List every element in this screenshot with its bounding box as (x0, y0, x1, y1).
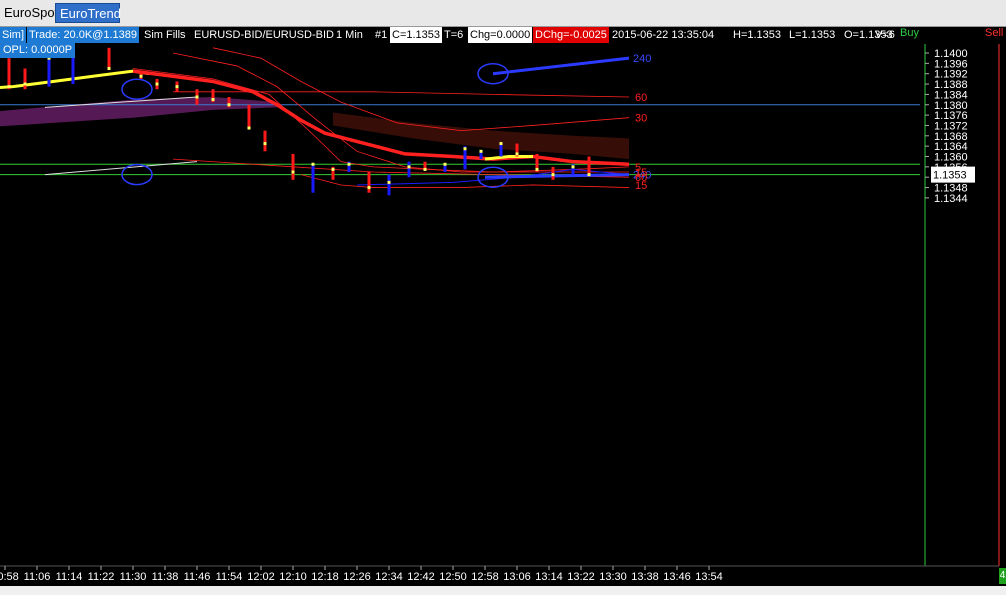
volume-label: V=6 (875, 29, 895, 41)
close-tick (443, 162, 447, 166)
time-tick-label: 12:18 (311, 571, 339, 583)
trade-label[interactable]: Trade: 20.0K@1.1389 (27, 27, 139, 43)
time-tick-label: 11:54 (216, 571, 243, 583)
time-tick-label: 11:38 (152, 571, 179, 583)
time-tick-label: 12:10 (279, 571, 307, 583)
price-tick-label: 1.1344 (934, 193, 968, 205)
close-tick (463, 147, 467, 151)
corner-badge: 4 (999, 568, 1006, 584)
close-tick (107, 67, 111, 71)
time-tick-label: 12:34 (375, 571, 403, 583)
ma-label: 30 (635, 113, 647, 125)
close-tick (535, 167, 539, 171)
chart-info-bar: Sim] Trade: 20.0K@1.1389 Sim Fills EURUS… (0, 27, 925, 43)
close-tick (291, 170, 295, 174)
sim-mode-label: Sim] (0, 27, 26, 43)
time-tick-label: 13:14 (535, 571, 563, 583)
close-tick (551, 173, 555, 177)
close-tick (139, 74, 143, 78)
close-tick (423, 167, 427, 171)
ma-label: 15 (635, 180, 647, 192)
close-tick (479, 149, 483, 153)
close-tick (515, 152, 519, 156)
tab-bar: EuroSpot EuroTrend (0, 0, 1006, 27)
time-tick-label: 11:06 (24, 571, 51, 583)
ticks-label: T=6 (444, 29, 464, 41)
sell-label[interactable]: Sell (985, 27, 1003, 39)
close-tick (311, 162, 315, 166)
close-tick (195, 95, 199, 99)
close-price-label: C=1.1353 (390, 27, 443, 43)
time-tick-label: 12:58 (471, 571, 499, 583)
current-price-label: 1.1353 (933, 170, 967, 182)
high-label: H=1.1353 (733, 29, 782, 41)
moving-average-ma_60 (173, 91, 630, 98)
time-tick-label: 13:46 (663, 571, 691, 583)
symbol-label: EURUSD-BID/EURUSD-BID (194, 29, 334, 41)
time-tick-label: 11:46 (184, 571, 211, 583)
daily-change-label: DChg=-0.0025 (533, 27, 609, 43)
time-tick-label: 13:54 (695, 571, 723, 583)
close-tick (587, 173, 591, 177)
bar-number-label: #1 (375, 29, 388, 41)
tab-eurospot[interactable]: EuroSpot (0, 3, 58, 23)
time-tick-label: 12:50 (439, 571, 467, 583)
datetime-label: 2015-06-22 13:35:04 (612, 29, 715, 41)
trendline-label: 240 (633, 53, 651, 65)
close-tick (331, 167, 335, 171)
close-tick (407, 165, 411, 169)
close-tick (263, 142, 267, 146)
time-tick-label: 13:06 (503, 571, 531, 583)
close-tick (7, 85, 11, 89)
time-tick-label: 13:38 (631, 571, 659, 583)
close-tick (23, 82, 27, 86)
time-tick-label: 12:26 (343, 571, 371, 583)
time-tick-label: 11:30 (120, 571, 147, 583)
trendline (44, 161, 198, 176)
ma-label: 60 (635, 92, 647, 104)
close-tick (387, 180, 391, 184)
sim-fills-label: Sim Fills (144, 29, 186, 41)
close-tick (499, 142, 503, 146)
close-tick (155, 82, 159, 86)
time-tick-label: 12:02 (247, 571, 275, 583)
trendline (492, 56, 630, 76)
close-tick (175, 85, 179, 89)
time-tick-label: 13:30 (599, 571, 627, 583)
time-tick-label: 11:22 (88, 571, 115, 583)
close-tick (347, 162, 351, 166)
close-tick (211, 98, 215, 102)
time-tick-label: 10:58 (0, 571, 19, 583)
close-tick (227, 103, 231, 107)
annotation-circle (121, 78, 153, 100)
buy-label[interactable]: Buy (900, 27, 919, 39)
time-tick-label: 12:42 (407, 571, 435, 583)
close-tick (247, 126, 251, 130)
open-pnl-label: OPL: 0.0000P (0, 43, 76, 58)
time-tick-label: 11:14 (56, 571, 83, 583)
change-label: Chg=0.0000 (468, 27, 533, 43)
close-tick (571, 165, 575, 169)
price-chart[interactable]: 240240603051560151.14001.13961.13921.138… (0, 0, 1006, 595)
time-tick-label: 13:22 (567, 571, 595, 583)
bottom-scroll-area[interactable] (0, 586, 1006, 595)
tab-eurotrend[interactable]: EuroTrend (55, 3, 121, 23)
interval-label: 1 Min (336, 29, 363, 41)
low-label: L=1.1353 (789, 29, 836, 41)
close-tick (367, 186, 371, 190)
cloud-band-purple (0, 96, 277, 127)
moving-average-ma_30 (212, 47, 630, 132)
